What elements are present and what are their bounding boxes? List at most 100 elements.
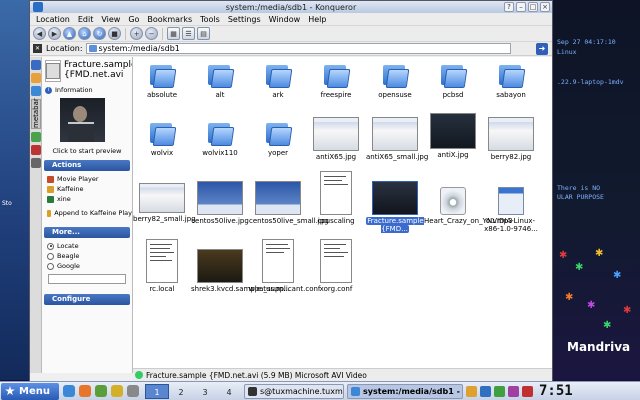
up-icon[interactable]: ▲ xyxy=(63,27,76,40)
konqueror-launcher-icon[interactable] xyxy=(63,385,75,397)
history-tab-icon[interactable] xyxy=(31,73,41,83)
tray-clipboard-icon[interactable] xyxy=(508,385,519,397)
menu-window[interactable]: Window xyxy=(265,15,305,24)
forward-icon[interactable]: ▶ xyxy=(48,27,61,40)
task-konqueror[interactable]: system:/media/sdb1 - K xyxy=(347,383,463,399)
search-option-google[interactable]: Google xyxy=(42,261,132,271)
tray-updates-icon[interactable] xyxy=(466,385,477,397)
location-input[interactable]: system:/media/sdb1 xyxy=(85,43,511,54)
icon-view-icon[interactable]: ▦ xyxy=(167,27,180,40)
menu-tools[interactable]: Tools xyxy=(196,15,224,24)
back-icon[interactable]: ◀ xyxy=(33,27,46,40)
file-label: Heart_Crazy_on_You.mp3 xyxy=(424,217,513,225)
file-item-folder[interactable]: wolvix110 xyxy=(191,121,249,157)
metabar-search-input[interactable] xyxy=(48,274,126,284)
menu-settings[interactable]: Settings xyxy=(224,15,265,24)
menu-help[interactable]: Help xyxy=(304,15,330,24)
mail-launcher-icon[interactable] xyxy=(111,385,123,397)
tree-view-icon[interactable]: ☰ xyxy=(182,27,195,40)
action-append-kaffeine[interactable]: Append to Kaffeine Play xyxy=(42,208,132,218)
window-titlebar[interactable]: system:/media/sdb1 - Konqueror ? – □ × xyxy=(30,1,552,13)
file-item-folder[interactable]: yoper xyxy=(249,121,307,157)
network-tab-icon[interactable] xyxy=(31,132,41,142)
office-launcher-icon[interactable] xyxy=(127,385,139,397)
file-label: wolvix xyxy=(150,149,174,157)
zoom-in-icon[interactable]: + xyxy=(130,27,143,40)
file-item-folder[interactable]: wolvix xyxy=(133,121,191,157)
main-menu-button[interactable]: Menu xyxy=(1,382,59,400)
file-item-folder[interactable]: pcbsd xyxy=(424,63,482,99)
desktop-1[interactable]: 1 xyxy=(145,383,169,399)
file-item-audio[interactable]: Heart_Crazy_on_You.mp3 xyxy=(424,187,513,225)
file-item-text[interactable]: rc.local xyxy=(133,239,191,293)
video-preview[interactable] xyxy=(60,98,105,142)
file-item-video[interactable]: shrek3.kvcd.sample.tus.m... xyxy=(191,249,290,293)
minimize-button[interactable]: – xyxy=(516,2,526,12)
action-movie-player[interactable]: Movie Player xyxy=(42,174,132,184)
file-item-folder[interactable]: sabayon xyxy=(482,63,540,99)
services-tab-icon[interactable] xyxy=(31,145,41,155)
task-terminal[interactable]: s@tuxmachine.tuxmachin xyxy=(244,383,344,399)
menu-view[interactable]: View xyxy=(97,15,124,24)
menu-edit[interactable]: Edit xyxy=(74,15,98,24)
configure-header[interactable]: Configure xyxy=(44,294,130,305)
metabar-tab[interactable]: metabar xyxy=(31,98,41,129)
detail-view-icon[interactable]: ▤ xyxy=(197,27,210,40)
desktop-2[interactable]: 2 xyxy=(169,384,193,399)
root-tab-icon[interactable] xyxy=(31,158,41,168)
file-item-video-selected[interactable]: Fracture.sample {FMD... xyxy=(366,181,424,233)
file-item-image[interactable]: antiX65_small.jpg xyxy=(366,117,428,161)
decor-figure: ✱ xyxy=(565,292,574,303)
actions-header[interactable]: Actions xyxy=(44,160,130,171)
search-option-locate[interactable]: Locate xyxy=(42,241,132,251)
tray-volume-icon[interactable] xyxy=(494,385,505,397)
file-item-text[interactable]: cpuscaling xyxy=(307,171,365,225)
file-item-text[interactable]: wpa_supplicant.conf xyxy=(249,239,321,293)
file-item-image[interactable]: antiX.jpg xyxy=(424,113,482,159)
menu-bookmarks[interactable]: Bookmarks xyxy=(143,15,196,24)
menu-location[interactable]: Location xyxy=(32,15,74,24)
file-item-image[interactable]: centos50live_small.jpg xyxy=(249,181,329,225)
bookmarks-tab-icon[interactable] xyxy=(31,60,41,70)
action-xine[interactable]: xine xyxy=(42,194,132,204)
file-item-folder[interactable]: freespire xyxy=(307,63,365,99)
home-icon[interactable]: ⌂ xyxy=(78,27,91,40)
stop-icon[interactable]: ■ xyxy=(108,27,121,40)
file-item-folder[interactable]: ark xyxy=(249,63,307,99)
more-header[interactable]: More... xyxy=(44,227,130,238)
file-item-text[interactable]: xorg.conf xyxy=(307,239,365,293)
search-option-beagle[interactable]: Beagle xyxy=(42,251,132,261)
radio-selected[interactable] xyxy=(47,242,54,250)
file-item-folder[interactable]: alt xyxy=(191,63,249,99)
home-tab-icon[interactable] xyxy=(31,86,41,96)
file-item-folder[interactable]: opensuse xyxy=(366,63,424,99)
radio[interactable] xyxy=(47,262,54,270)
firefox-launcher-icon[interactable] xyxy=(79,385,91,397)
preview-caption[interactable]: Click to start preview xyxy=(42,147,132,155)
metabar-info[interactable]: i Information xyxy=(42,86,132,94)
action-kaffeine[interactable]: Kaffeine xyxy=(42,184,132,194)
reload-icon[interactable]: ↻ xyxy=(93,27,106,40)
file-item-image[interactable]: berry82_small.jpg xyxy=(133,183,196,223)
desktop-3[interactable]: 3 xyxy=(193,384,217,399)
terminal-launcher-icon[interactable] xyxy=(95,385,107,397)
desktop-4[interactable]: 4 xyxy=(217,384,241,399)
tray-battery-icon[interactable] xyxy=(522,385,533,397)
menu-go[interactable]: Go xyxy=(124,15,143,24)
help-titlebar-button[interactable]: ? xyxy=(504,2,514,12)
zoom-out-icon[interactable]: − xyxy=(145,27,158,40)
file-item-binary[interactable]: NVIDIA-Linux-x86-1.0-9746... xyxy=(482,187,540,233)
tray-network-icon[interactable] xyxy=(480,385,491,397)
file-item-image[interactable]: berry82.jpg xyxy=(482,117,540,161)
file-item-image[interactable]: centos50live.jpg xyxy=(191,181,249,225)
maximize-button[interactable]: □ xyxy=(528,2,538,12)
clear-location-icon[interactable]: ✕ xyxy=(33,44,42,53)
close-button[interactable]: × xyxy=(540,2,550,12)
radio[interactable] xyxy=(47,252,54,260)
decor-figure: ✱ xyxy=(595,248,604,259)
go-icon[interactable]: ➜ xyxy=(536,43,548,55)
file-item-image[interactable]: antiX65.jpg xyxy=(307,117,365,161)
file-label: wpa_supplicant.conf xyxy=(249,285,321,293)
clock[interactable]: 7:51 xyxy=(539,383,573,399)
file-item-folder[interactable]: absolute xyxy=(133,63,191,99)
